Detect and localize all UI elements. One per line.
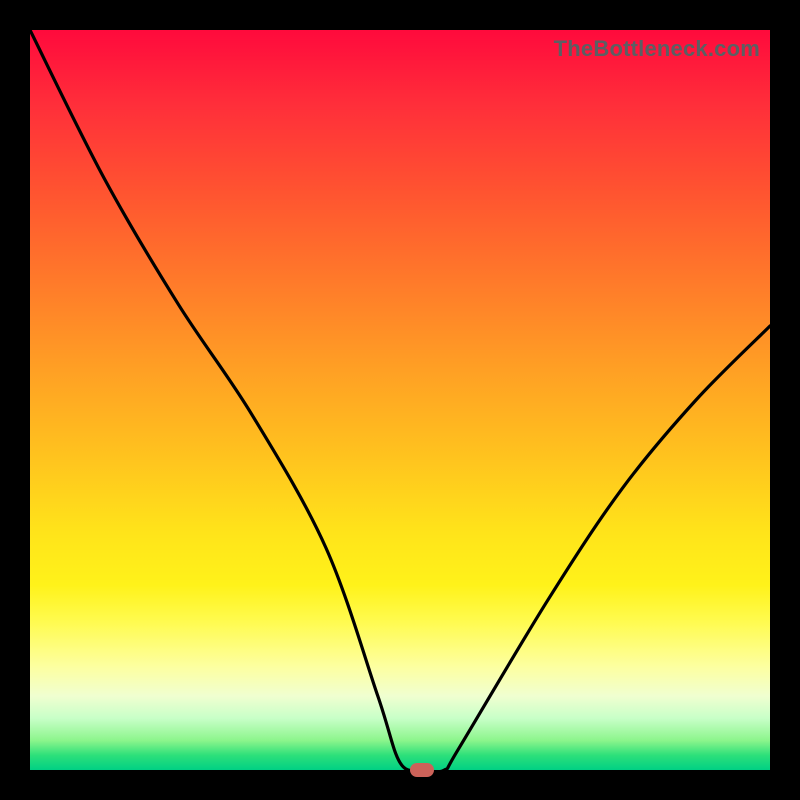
chart-frame: TheBottleneck.com xyxy=(0,0,800,800)
bottleneck-curve xyxy=(30,30,770,770)
plot-area: TheBottleneck.com xyxy=(30,30,770,770)
optimal-point-marker xyxy=(410,763,434,777)
